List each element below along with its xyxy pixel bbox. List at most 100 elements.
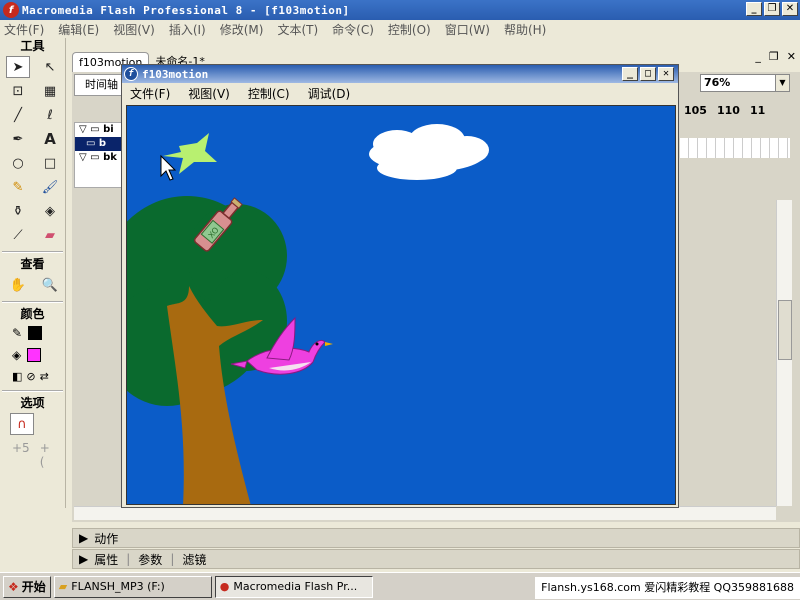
vertical-scrollbar[interactable]: [776, 200, 792, 506]
menu-edit[interactable]: 编辑(E): [58, 21, 99, 38]
ruler-label: 110: [716, 104, 740, 117]
actions-panel[interactable]: ▶ 动作: [72, 528, 800, 548]
test-movie-title-bar: f f103motion _ □ ✕: [122, 65, 678, 83]
taskbar-item-folder[interactable]: ▰ FLANSH_MP3 (F:): [53, 575, 212, 598]
start-button[interactable]: ❖ 开始: [3, 575, 51, 598]
folder-icon: ▰: [58, 580, 68, 593]
no-color-icon[interactable]: ⊘: [26, 370, 35, 383]
minimize-button[interactable]: _: [746, 2, 762, 16]
ink-bottle-tool-icon[interactable]: ⚱: [6, 200, 30, 222]
snap-magnet-icon[interactable]: ∩: [10, 413, 34, 435]
eraser-tool-icon[interactable]: ▰: [38, 224, 62, 246]
flash-player-icon: f: [124, 67, 138, 81]
colors-title: 颜色: [20, 307, 45, 321]
layer-row-selected[interactable]: ▭ b: [75, 137, 125, 151]
start-label: 开始: [21, 580, 46, 594]
taskbar-item-flash[interactable]: ● Macromedia Flash Pr...: [214, 575, 373, 598]
ruler-label: 105: [684, 104, 707, 117]
text-tool-icon[interactable]: A: [38, 128, 62, 150]
horizontal-scrollbar[interactable]: [74, 506, 776, 520]
subselection-tool-icon[interactable]: ↖: [38, 56, 62, 78]
player-menu-view[interactable]: 视图(V): [188, 85, 230, 102]
properties-tab[interactable]: 属性: [94, 551, 118, 568]
zoom-tool-icon[interactable]: 🔍: [38, 274, 62, 296]
lasso-tool-icon[interactable]: ℓ: [38, 104, 62, 126]
pen-tool-icon[interactable]: ✒: [6, 128, 30, 150]
doc-minimize-icon[interactable]: _: [755, 50, 761, 63]
swap-colors-icon[interactable]: ⇄: [40, 370, 49, 383]
player-menu-file[interactable]: 文件(F): [130, 85, 170, 102]
player-minimize-button[interactable]: _: [622, 67, 638, 81]
options-row: ∩: [0, 411, 65, 437]
timeline-frames[interactable]: [680, 138, 790, 158]
menu-text[interactable]: 文本(T): [277, 21, 318, 38]
test-movie-window: f f103motion _ □ ✕ 文件(F) 视图(V) 控制(C) 调试(…: [121, 64, 679, 508]
eyedropper-tool-icon[interactable]: ⟋: [6, 224, 30, 246]
properties-panel[interactable]: ▶ 属性 | 参数 | 滤镜: [72, 549, 800, 569]
cloud: [369, 124, 489, 180]
free-transform-tool-icon[interactable]: ⊡: [6, 80, 30, 102]
hand-tool-icon[interactable]: ✋: [6, 274, 30, 296]
player-menu-debug[interactable]: 调试(D): [308, 85, 351, 102]
expand-arrow-icon[interactable]: ▶: [79, 531, 88, 545]
menu-insert[interactable]: 插入(I): [169, 21, 206, 38]
test-movie-title: f103motion: [142, 67, 209, 81]
line-tool-icon[interactable]: ╱: [6, 104, 30, 126]
timeline-button[interactable]: 时间轴: [74, 74, 126, 96]
tools-panel: 工具 ➤ ↖ ⊡ ▦ ╱ ℓ ✒ A ○ □ ✎ 🖌 ⚱ ◈ ⟋ ▰ 查看 ✋ …: [0, 38, 66, 508]
menu-control[interactable]: 控制(O): [388, 21, 431, 38]
zoom-value: 76%: [704, 76, 731, 89]
black-white-icon[interactable]: ◧: [12, 370, 22, 383]
doc-restore-icon[interactable]: ❐: [769, 50, 779, 63]
flash-app-icon: f: [3, 2, 19, 18]
stroke-color-row: ✎: [0, 322, 65, 344]
panels-area: ▶ 动作 ▶ 属性 | 参数 | 滤镜: [72, 528, 800, 570]
menu-commands[interactable]: 命令(C): [332, 21, 374, 38]
paint-bucket-tool-icon[interactable]: ◈: [38, 200, 62, 222]
stroke-pencil-icon: ✎: [12, 326, 23, 340]
selection-tool-icon[interactable]: ➤: [6, 56, 30, 78]
menu-modify[interactable]: 修改(M): [220, 21, 264, 38]
fill-color-swatch[interactable]: [27, 348, 42, 362]
system-tray-text: Flansh.ys168.com 爱闪精彩教程 QQ359881688: [535, 577, 800, 599]
menu-file[interactable]: 文件(F): [4, 21, 44, 38]
zoom-select[interactable]: 76% ▼: [700, 74, 790, 92]
pencil-tool-icon[interactable]: ✎: [6, 176, 30, 198]
vertical-scroll-thumb[interactable]: [778, 300, 792, 360]
menu-window[interactable]: 窗口(W): [445, 21, 490, 38]
movie-stage[interactable]: XO: [126, 105, 676, 505]
parameters-tab[interactable]: 参数: [138, 551, 162, 568]
expand-arrow-icon[interactable]: ▶: [79, 552, 88, 566]
tools-divider: [2, 251, 63, 253]
menu-view[interactable]: 视图(V): [113, 21, 155, 38]
player-close-button[interactable]: ✕: [658, 67, 674, 81]
zoom-dropdown-icon[interactable]: ▼: [775, 75, 789, 91]
gradient-transform-tool-icon[interactable]: ▦: [38, 80, 62, 102]
oval-tool-icon[interactable]: ○: [6, 152, 30, 174]
restore-button[interactable]: ❐: [764, 2, 780, 16]
player-menu-bar: 文件(F) 视图(V) 控制(C) 调试(D): [122, 83, 678, 103]
fill-color-row: ◈: [0, 344, 65, 366]
brush-tool-icon[interactable]: 🖌: [38, 176, 62, 198]
stroke-color-swatch[interactable]: [28, 326, 43, 340]
windows-logo-icon: ❖: [8, 579, 19, 594]
menu-bar: 文件(F) 编辑(E) 视图(V) 插入(I) 修改(M) 文本(T) 命令(C…: [0, 20, 800, 38]
player-menu-control[interactable]: 控制(C): [248, 85, 290, 102]
view-divider: [2, 301, 63, 303]
frame-ruler: 105 110 11: [680, 104, 790, 120]
doc-close-icon[interactable]: ✕: [787, 50, 796, 63]
options-title: 选项: [20, 396, 45, 410]
stage-artwork: XO: [127, 124, 489, 504]
layer-row[interactable]: ▽ ▭ bk: [75, 151, 125, 165]
taskbar-item-label: FLANSH_MP3 (F:): [71, 580, 165, 593]
layer-row[interactable]: ▽ ▭ bi: [75, 123, 125, 137]
rectangle-tool-icon[interactable]: □: [38, 152, 62, 174]
taskbar-item-label: Macromedia Flash Pr...: [233, 580, 358, 593]
smooth-icon: +5: [12, 441, 30, 455]
close-button[interactable]: ✕: [782, 2, 798, 16]
window-title: Macromedia Flash Professional 8 - [f103m…: [22, 3, 350, 17]
player-maximize-button[interactable]: □: [640, 67, 656, 81]
fill-bucket-icon: ◈: [12, 348, 22, 362]
menu-help[interactable]: 帮助(H): [504, 21, 546, 38]
filters-tab[interactable]: 滤镜: [182, 551, 206, 568]
